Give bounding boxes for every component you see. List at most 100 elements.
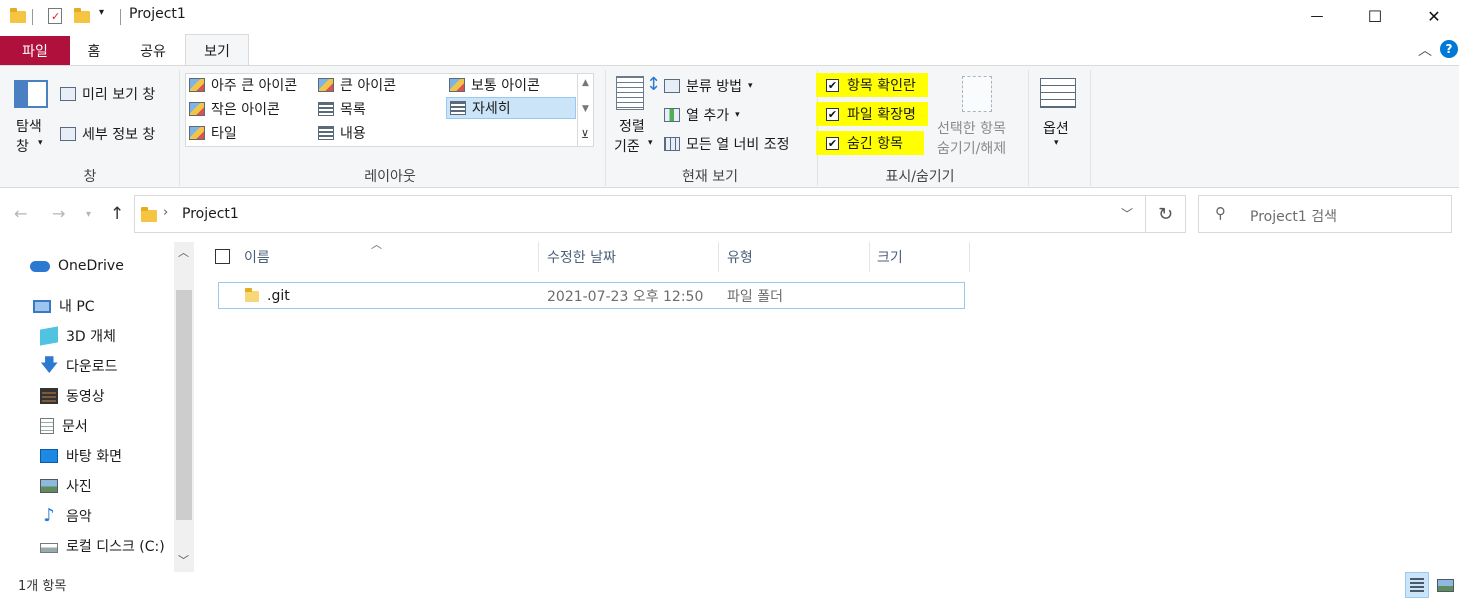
file-extensions-checkbox[interactable]: ✔ <box>826 107 839 121</box>
chevron-down-icon: ▾ <box>747 81 753 91</box>
nav-item-local-disk[interactable]: 로컬 디스크 (C:) <box>40 531 165 561</box>
layout-item-label: 자세히 <box>472 101 511 117</box>
new-folder-icon[interactable] <box>74 8 90 23</box>
back-button[interactable]: ← <box>14 204 27 223</box>
close-button[interactable]: ✕ <box>1411 0 1457 32</box>
select-all-checkbox[interactable] <box>215 249 230 264</box>
nav-item-desktop[interactable]: 바탕 화면 <box>40 441 122 471</box>
column-separator[interactable] <box>969 242 970 272</box>
layout-gallery-scroll[interactable]: ▲ ▼ ⊻ <box>578 73 594 147</box>
folder-icon <box>141 207 157 222</box>
item-checkboxes-checkbox[interactable]: ✔ <box>826 78 839 92</box>
list-icon <box>318 102 334 116</box>
large-icons-view-button[interactable] <box>1433 572 1457 598</box>
column-separator[interactable] <box>718 242 719 272</box>
column-separator[interactable] <box>538 242 539 272</box>
minimize-button[interactable]: — <box>1294 0 1340 32</box>
file-type: 파일 폴더 <box>727 288 783 305</box>
group-label-show-hide: 표시/숨기기 <box>885 169 955 185</box>
up-button[interactable]: ↑ <box>110 204 124 224</box>
layout-medium-icons[interactable]: 보통 아이콘 <box>449 74 540 96</box>
tab-file[interactable]: 파일 <box>0 36 70 65</box>
address-bar[interactable]: › Project1 ﹀ <box>134 195 1146 233</box>
refresh-button[interactable]: ↻ <box>1146 195 1186 233</box>
video-icon <box>40 388 58 404</box>
table-row[interactable]: .git 2021-07-23 오후 12:50 파일 폴더 <box>218 282 965 309</box>
nav-item-pictures[interactable]: 사진 <box>40 471 92 501</box>
nav-item-music[interactable]: ♪ 음악 <box>40 501 92 531</box>
folder-icon <box>245 288 259 302</box>
column-separator[interactable] <box>869 242 870 272</box>
nav-item-onedrive[interactable]: OneDrive <box>30 251 124 281</box>
details-view-button[interactable] <box>1405 572 1429 598</box>
layout-list[interactable]: 목록 <box>318 98 366 120</box>
options-label: 옵션 <box>1043 121 1069 137</box>
column-header-type[interactable]: 유형 <box>727 242 867 272</box>
quick-access-dropdown-icon[interactable]: ▾ <box>99 7 104 18</box>
layout-content[interactable]: 내용 <box>318 122 366 144</box>
music-icon: ♪ <box>43 505 55 526</box>
group-separator <box>605 70 606 186</box>
scroll-down-icon[interactable]: ▼ <box>582 104 589 114</box>
options-button[interactable]: 옵션 ▾ <box>1036 74 1082 158</box>
scroll-down-icon[interactable]: ﹀ <box>178 552 189 568</box>
layout-extra-large-icons[interactable]: 아주 큰 아이콘 <box>189 74 297 96</box>
nav-item-downloads[interactable]: 🡇 다운로드 <box>40 351 118 381</box>
item-checkboxes-label: 항목 확인란 <box>847 78 916 94</box>
nav-item-label: 사진 <box>66 479 92 495</box>
layout-details[interactable]: 자세히 <box>446 97 576 119</box>
nav-item-label: 내 PC <box>59 299 95 315</box>
separator <box>32 9 33 25</box>
desktop-icon <box>40 449 58 463</box>
group-label-panes: 창 <box>83 169 97 185</box>
file-name[interactable]: .git <box>267 283 290 308</box>
column-header-size[interactable]: 크기 <box>877 242 967 272</box>
recent-locations-icon[interactable]: ▾ <box>86 209 91 220</box>
hidden-items-option[interactable]: ✔ 숨긴 항목 <box>816 131 924 155</box>
layout-item-label: 목록 <box>340 102 366 118</box>
tab-view[interactable]: 보기 <box>185 34 249 66</box>
sort-by-button[interactable]: ↕ 정렬 기준 ▾ <box>612 74 661 158</box>
nav-item-label: 다운로드 <box>66 359 118 375</box>
file-extensions-option[interactable]: ✔ 파일 확장명 <box>816 102 928 126</box>
search-box[interactable]: ⚲ Project1 검색 <box>1198 195 1452 233</box>
navigation-pane-button[interactable]: 탐색 창 ▾ <box>8 76 54 156</box>
item-checkboxes-option[interactable]: ✔ 항목 확인란 <box>816 73 928 97</box>
nav-item-3d-objects[interactable]: 3D 개체 <box>40 321 116 351</box>
properties-icon[interactable]: ✓ <box>48 8 62 24</box>
expand-gallery-icon[interactable]: ⊻ <box>581 128 589 141</box>
preview-pane-button[interactable]: 미리 보기 창 <box>60 84 155 104</box>
nav-pane-scroll-thumb[interactable] <box>176 290 192 520</box>
collapse-ribbon-icon[interactable]: ︿ <box>1418 40 1432 60</box>
nav-item-this-pc[interactable]: 내 PC <box>33 291 95 321</box>
nav-item-label: 동영상 <box>66 389 105 405</box>
layout-tiles[interactable]: 타일 <box>189 122 237 144</box>
tab-share[interactable]: 공유 <box>124 36 182 65</box>
hide-selected-items-button[interactable]: 선택한 항목 숨기기/해제 <box>934 74 1022 158</box>
tab-home[interactable]: 홈 <box>70 36 118 65</box>
maximize-button[interactable]: ☐ <box>1352 0 1398 32</box>
column-header-date-modified[interactable]: 수정한 날짜 <box>547 242 715 272</box>
medium-icons-icon <box>449 78 465 92</box>
breadcrumb-project1[interactable]: Project1 <box>182 206 239 222</box>
forward-button[interactable]: → <box>52 204 65 223</box>
add-columns-button[interactable]: 열 추가 ▾ <box>664 105 740 125</box>
layout-large-icons[interactable]: 큰 아이콘 <box>318 74 396 96</box>
search-input[interactable]: Project1 검색 <box>1250 206 1337 226</box>
address-dropdown-icon[interactable]: ﹀ <box>1121 205 1133 222</box>
nav-item-label: 3D 개체 <box>66 329 116 345</box>
nav-item-documents[interactable]: 문서 <box>40 411 88 441</box>
scroll-up-icon[interactable]: ▲ <box>582 78 589 88</box>
column-header-name[interactable]: 이름 <box>244 242 536 272</box>
layout-item-label: 큰 아이콘 <box>340 78 396 94</box>
details-pane-button[interactable]: 세부 정보 창 <box>60 124 155 144</box>
nav-item-label: 문서 <box>62 419 88 435</box>
group-by-button[interactable]: 분류 방법 ▾ <box>664 76 753 96</box>
nav-item-videos[interactable]: 동영상 <box>40 381 105 411</box>
group-by-icon <box>664 79 680 93</box>
help-icon[interactable]: ? <box>1440 40 1458 58</box>
size-all-columns-button[interactable]: 모든 열 너비 조정 <box>664 134 790 154</box>
scroll-up-icon[interactable]: ︿ <box>178 244 189 260</box>
hidden-items-checkbox[interactable]: ✔ <box>826 136 839 150</box>
layout-small-icons[interactable]: 작은 아이콘 <box>189 98 280 120</box>
